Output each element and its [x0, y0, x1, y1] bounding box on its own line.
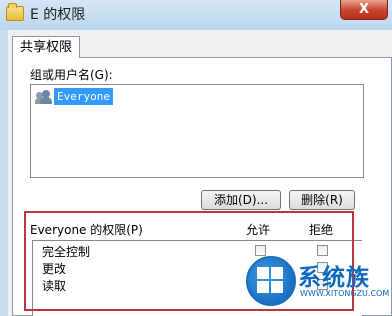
list-item-everyone[interactable]: Everyone [34, 88, 138, 105]
user-group-icon [35, 89, 52, 104]
tab-share-permissions[interactable]: 共享权限 [12, 36, 80, 58]
add-button[interactable]: 添加(D)... [201, 190, 281, 210]
watermark-url: WWW.XITONGZU.COM [300, 289, 390, 298]
title-bar: E 的权限 X [0, 0, 392, 30]
window-title: E 的权限 [30, 7, 86, 23]
watermark: 系统族 WWW.XITONGZU.COM [246, 256, 392, 316]
close-icon[interactable]: X [359, 2, 369, 17]
watermark-brand: 系统族 [298, 265, 370, 291]
folder-icon [6, 3, 24, 21]
windows-logo-icon [246, 256, 296, 306]
group-user-list[interactable]: Everyone [30, 84, 364, 178]
close-button[interactable]: X [340, 0, 388, 20]
remove-button[interactable]: 删除(R) [289, 190, 355, 210]
list-item-label: Everyone [54, 88, 113, 105]
group-user-label: 组或用户名(G): [30, 68, 113, 82]
